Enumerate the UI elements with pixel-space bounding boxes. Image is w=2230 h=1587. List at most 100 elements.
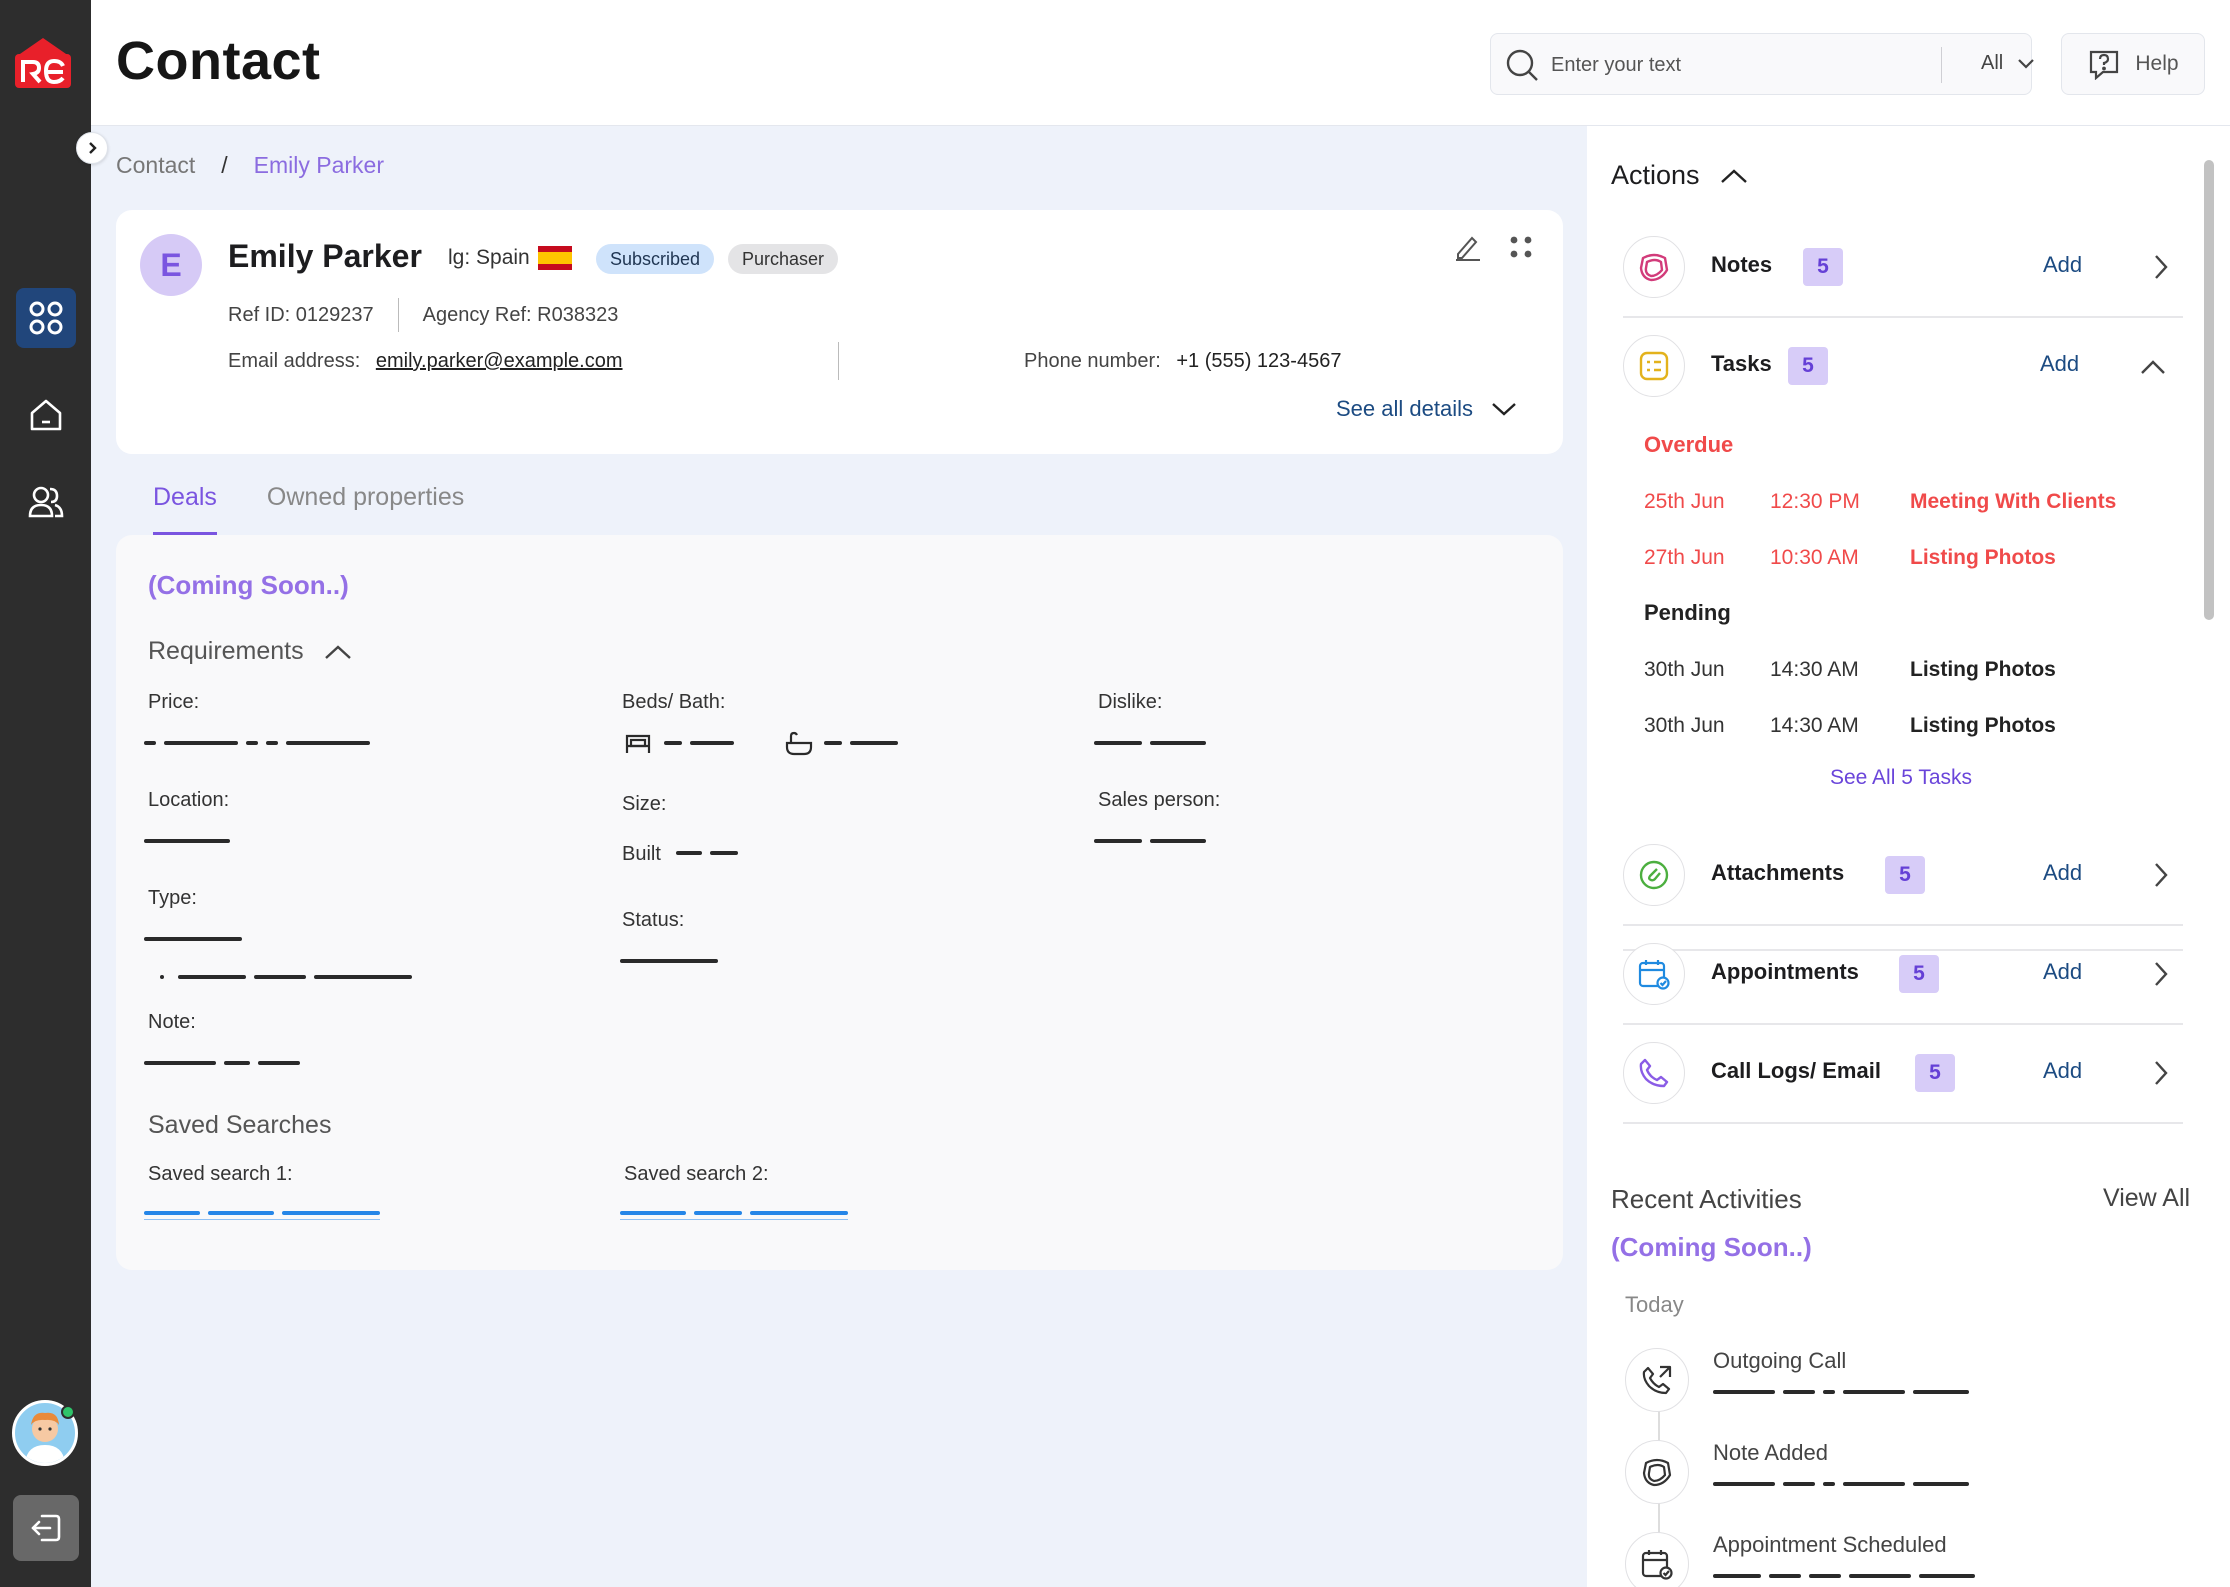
sidebar-expand-button[interactable] bbox=[76, 132, 108, 164]
tab-owned-properties[interactable]: Owned properties bbox=[267, 483, 464, 535]
notes-icon bbox=[1623, 236, 1685, 298]
task-row[interactable]: 27th Jun 10:30 AM Listing Photos bbox=[1644, 546, 2056, 570]
spain-flag-icon bbox=[537, 246, 572, 270]
tasks-label: Tasks bbox=[1711, 351, 1772, 376]
chevron-right-icon[interactable] bbox=[2153, 1060, 2169, 1086]
pencil-icon bbox=[1456, 236, 1480, 261]
status-placeholder bbox=[620, 959, 718, 963]
contact-card: E Emily Parker lg: Spain Subscribed Purc… bbox=[116, 210, 1563, 454]
type-placeholder bbox=[144, 937, 242, 941]
breadcrumb-current: Emily Parker bbox=[253, 152, 385, 178]
note-placeholder bbox=[144, 1061, 300, 1065]
price-placeholder bbox=[144, 741, 370, 745]
actions-toggle[interactable]: Actions bbox=[1611, 160, 1748, 191]
requirements-toggle[interactable]: Requirements bbox=[148, 637, 352, 666]
task-date: 27th Jun bbox=[1644, 546, 1725, 569]
appointments-add-button[interactable]: Add bbox=[2043, 959, 2082, 985]
email-link[interactable]: emily.parker@example.com bbox=[376, 350, 623, 372]
phone-value: +1 (555) 123-4567 bbox=[1176, 350, 1342, 372]
size-label: Size: bbox=[622, 793, 667, 815]
task-time: 14:30 AM bbox=[1770, 658, 1859, 681]
coming-soon-label: (Coming Soon..) bbox=[1611, 1232, 1812, 1262]
saved-search-2-link[interactable] bbox=[620, 1211, 848, 1220]
chevron-down-icon bbox=[1492, 403, 1516, 416]
search-filter-select[interactable]: All bbox=[1981, 52, 2035, 75]
bed-icon bbox=[625, 734, 651, 753]
call-logs-add-button[interactable]: Add bbox=[2043, 1058, 2082, 1084]
task-row[interactable]: 25th Jun 12:30 PM Meeting With Clients bbox=[1644, 490, 2116, 514]
calendar-check-icon bbox=[1625, 1532, 1689, 1587]
activity-placeholder bbox=[1713, 1574, 1975, 1578]
task-date: 30th Jun bbox=[1644, 658, 1725, 681]
notes-count: 5 bbox=[1803, 248, 1843, 286]
more-options-button[interactable] bbox=[1508, 234, 1534, 265]
users-icon bbox=[28, 486, 64, 518]
requirements-title: Requirements bbox=[148, 637, 304, 665]
page-title: Contact bbox=[116, 31, 321, 91]
see-all-tasks-link[interactable]: See All 5 Tasks bbox=[1830, 766, 1972, 790]
deals-panel: (Coming Soon..) Requirements Price: Beds… bbox=[116, 535, 1563, 1270]
sidebar-item-dashboard[interactable] bbox=[16, 288, 76, 348]
sidebar-item-contacts[interactable] bbox=[16, 472, 76, 532]
reference-info: Ref ID: 0129237 Agency Ref: R038323 bbox=[228, 298, 618, 332]
activity-title: Note Added bbox=[1713, 1440, 1828, 1465]
notes-add-button[interactable]: Add bbox=[2043, 252, 2082, 278]
saved-search-1-link[interactable] bbox=[144, 1211, 380, 1220]
attachments-label: Attachments bbox=[1711, 860, 1845, 885]
size-placeholder bbox=[676, 851, 738, 855]
today-label: Today bbox=[1625, 1292, 1684, 1317]
chevron-up-icon bbox=[1720, 168, 1747, 183]
chevron-down-icon bbox=[2018, 58, 2035, 69]
attachments-count: 5 bbox=[1885, 856, 1925, 894]
type-list-placeholder bbox=[160, 975, 412, 979]
sidebar bbox=[0, 0, 91, 1587]
search-input[interactable] bbox=[1551, 44, 1831, 86]
tab-deals[interactable]: Deals bbox=[153, 483, 217, 535]
app-logo[interactable] bbox=[11, 34, 75, 92]
actions-panel: Actions Notes 5 Add Tasks 5 Add Overdue … bbox=[1587, 126, 2230, 1587]
breadcrumb-separator: / bbox=[221, 152, 228, 178]
location-label: Location: bbox=[148, 789, 230, 811]
task-title: Listing Photos bbox=[1910, 658, 2056, 681]
help-label: Help bbox=[2135, 52, 2179, 75]
see-all-details-button[interactable]: See all details bbox=[1336, 396, 1517, 422]
task-row[interactable]: 30th Jun 14:30 AM Listing Photos bbox=[1644, 658, 2056, 682]
chevron-up-icon[interactable] bbox=[2140, 359, 2166, 375]
calendar-icon bbox=[1623, 943, 1685, 1005]
chevron-right-icon[interactable] bbox=[2153, 961, 2169, 987]
task-date: 25th Jun bbox=[1644, 490, 1725, 513]
price-label: Price: bbox=[148, 691, 200, 713]
attachments-add-button[interactable]: Add bbox=[2043, 860, 2082, 886]
help-icon bbox=[2090, 50, 2119, 80]
sidebar-item-home[interactable] bbox=[16, 385, 76, 445]
grid-icon bbox=[29, 301, 63, 335]
dislike-placeholder bbox=[1094, 741, 1206, 745]
status-label: Status: bbox=[622, 909, 685, 931]
help-button[interactable]: Help bbox=[2061, 33, 2205, 95]
action-row-call-logs: Call Logs/ Email 5 Add bbox=[1623, 1028, 2183, 1124]
pending-title: Pending bbox=[1644, 600, 1731, 625]
activity-placeholder bbox=[1713, 1390, 1969, 1394]
appointments-label: Appointments bbox=[1711, 959, 1859, 984]
logout-button[interactable] bbox=[13, 1495, 79, 1561]
dislike-label: Dislike: bbox=[1098, 691, 1163, 713]
outgoing-call-icon bbox=[1625, 1348, 1689, 1412]
overdue-title: Overdue bbox=[1644, 432, 1734, 457]
task-date: 30th Jun bbox=[1644, 714, 1725, 737]
language-label: lg: Spain bbox=[448, 246, 530, 269]
chevron-right-icon[interactable] bbox=[2153, 254, 2169, 280]
location-placeholder bbox=[144, 839, 230, 843]
view-all-activities-link[interactable]: View All bbox=[2103, 1184, 2190, 1213]
edit-button[interactable] bbox=[1452, 232, 1482, 267]
tasks-add-button[interactable]: Add bbox=[2040, 351, 2079, 377]
breadcrumb-root[interactable]: Contact bbox=[116, 152, 195, 179]
action-row-appointments: Appointments 5 Add bbox=[1623, 929, 2183, 1025]
email-info: Email address: emily.parker@example.com bbox=[228, 350, 623, 373]
logout-icon bbox=[31, 1514, 61, 1542]
chevron-right-icon[interactable] bbox=[2153, 862, 2169, 888]
task-row[interactable]: 30th Jun 14:30 AM Listing Photos bbox=[1644, 714, 2056, 738]
recent-activities-title: Recent Activities bbox=[1611, 1184, 1802, 1214]
actions-panel-scrollbar[interactable] bbox=[2204, 160, 2214, 620]
note-icon bbox=[1625, 1440, 1689, 1504]
search-divider bbox=[1941, 47, 1942, 83]
